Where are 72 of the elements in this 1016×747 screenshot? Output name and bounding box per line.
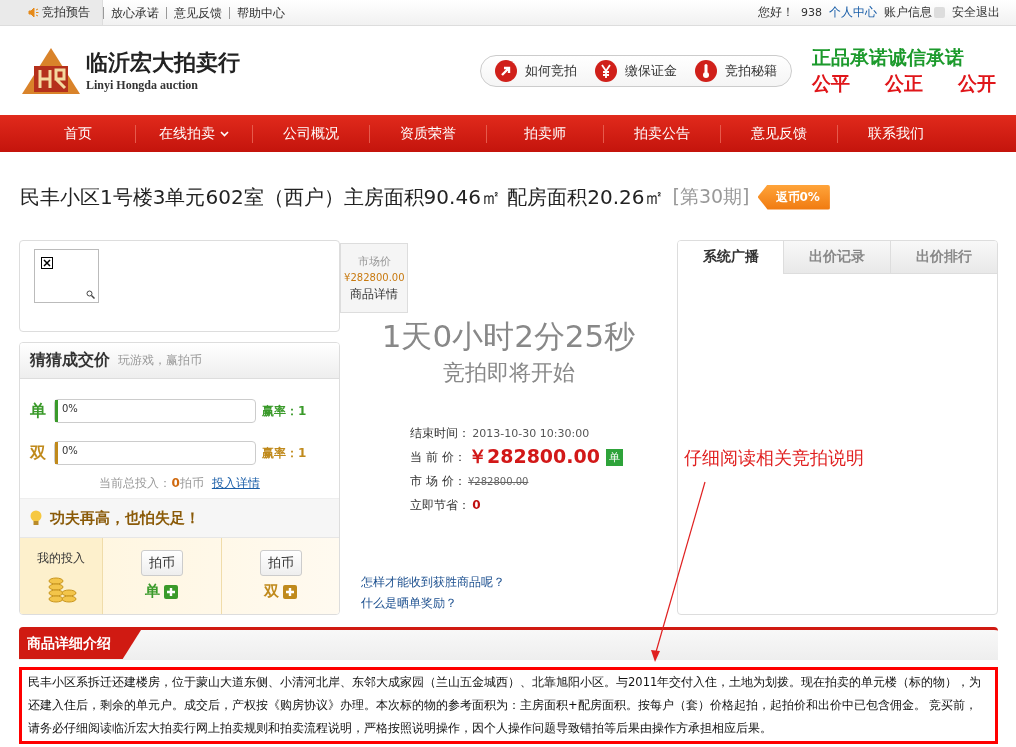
details-text: 民丰小区系拆迁还建楼房，位于蒙山大道东侧、小清河北岸、东邻大成家园（兰山五金城西）、北靠旭阳小区。与2011年交付入住，土地为划拨。现在拍卖的单元楼（标的物），为还建入住后，剩余的单元户。成交后，产权按《购房协议》办理。本次标的物的参考面积为：主房面积+配房面积。按每户（套）价格起拍，起拍价和出价中已包含佣金。 竞买前，请务必仔细阅读临沂宏大拍卖行网上拍卖规则和拍卖流程说明，严格按照说明操作，因个人操作问题导致错拍等后果由操作方承担相应后果。 bbox=[28, 674, 983, 737]
magnifier-icon bbox=[86, 290, 95, 299]
auction-status: 竞拍即将开始 bbox=[441, 359, 576, 387]
guess-title: 猜猜成交价 bbox=[30, 350, 110, 371]
rebate-badge: 返币0% bbox=[757, 184, 830, 210]
announcement-link[interactable]: 竞拍预告 bbox=[0, 0, 103, 25]
guide-link[interactable]: 竞拍秘籍 bbox=[695, 59, 777, 82]
odd-badge: 单 bbox=[605, 448, 623, 466]
logo-title: 临沂宏大拍卖行 bbox=[86, 48, 240, 77]
guide-link[interactable]: 缴保证金 bbox=[595, 59, 677, 82]
details-link[interactable]: 投入详情 bbox=[211, 475, 260, 492]
account-menu[interactable]: 账户信息 bbox=[884, 4, 945, 21]
market-price-label: 市场价 bbox=[357, 253, 391, 269]
product-title: 民丰小区1号楼3单元602室（西户）主房面积90.46㎡ 配房面积20.26㎡ bbox=[20, 183, 665, 211]
help-link[interactable]: 什么是晒单奖励？ bbox=[361, 595, 677, 612]
info-label: 结束时间： bbox=[410, 424, 471, 442]
percent-label: 0% bbox=[62, 403, 78, 414]
countdown: 1天0小时2分25秒 bbox=[380, 317, 637, 356]
user-center-link[interactable]: 个人中心 bbox=[829, 4, 877, 21]
details-heading: 商品详细介绍 bbox=[19, 630, 141, 659]
info-value: 2013-10-30 10:30:00 bbox=[472, 426, 590, 440]
plus-icon bbox=[283, 584, 297, 599]
option-label: 单 bbox=[30, 400, 47, 422]
nav-item[interactable]: 首页 bbox=[20, 124, 135, 143]
logout-link[interactable]: 安全退出 bbox=[952, 4, 1000, 21]
info-value: ¥282800.00 bbox=[468, 475, 529, 487]
slogan-word: 公开 bbox=[958, 70, 996, 96]
info-label: 立即节省： bbox=[410, 496, 471, 514]
guess-subtitle: 玩游戏，赢拍币 bbox=[118, 352, 202, 369]
product-thumbnail[interactable] bbox=[34, 249, 99, 303]
logo-subtitle: Linyi Hongda auction bbox=[86, 78, 200, 93]
broken-image-icon bbox=[41, 257, 53, 269]
percent-label: 0% bbox=[62, 445, 78, 456]
caret-icon bbox=[220, 130, 229, 137]
user-id: 938 bbox=[801, 6, 822, 19]
nav-item[interactable]: 拍卖公告 bbox=[603, 124, 720, 143]
coin-bubble: 拍币 bbox=[140, 550, 183, 576]
slogan-word: 公正 bbox=[885, 70, 923, 96]
info-value: 0 bbox=[472, 498, 481, 512]
top-link[interactable]: 意见反馈 bbox=[166, 6, 229, 19]
guide-link[interactable]: 如何竞拍 bbox=[495, 59, 577, 82]
nav-item[interactable]: 公司概况 bbox=[252, 124, 369, 143]
info-label: 当 前 价： bbox=[410, 448, 466, 466]
info-value: ￥282800.00 bbox=[468, 444, 600, 469]
nav-item[interactable]: 拍卖师 bbox=[486, 124, 603, 143]
option-label: 双 bbox=[30, 442, 47, 464]
info-label: 市 场 价： bbox=[410, 472, 466, 490]
period-label: [第30期] bbox=[672, 184, 750, 209]
slogan-word: 公平 bbox=[812, 70, 850, 96]
plus-icon bbox=[164, 584, 179, 599]
odds-label: 赢率：1 bbox=[262, 444, 307, 462]
annotation-text: 仔细阅读相关竞拍说明 bbox=[684, 446, 864, 470]
yen-icon bbox=[595, 59, 617, 82]
my-bet-label: 我的投入 bbox=[37, 550, 85, 567]
market-price: ¥282800.00 bbox=[344, 271, 405, 283]
top-link[interactable]: 放心承诺 bbox=[103, 6, 166, 19]
tip-text: 功夫再高，也怕失足！ bbox=[50, 508, 200, 528]
lightbulb-icon bbox=[30, 510, 42, 526]
greeting: 您好！ bbox=[758, 4, 794, 21]
product-details-tab[interactable]: 商品详情 bbox=[350, 285, 399, 303]
nav-item[interactable]: 联系我们 bbox=[837, 124, 954, 143]
nav-item[interactable]: 意见反馈 bbox=[720, 124, 837, 143]
nav-item[interactable]: 资质荣誉 bbox=[369, 124, 486, 143]
slogan: 正品承诺诚信承诺 bbox=[812, 44, 965, 70]
odds-label: 赢率：1 bbox=[262, 402, 307, 420]
nav-item[interactable]: 在线拍卖 bbox=[135, 124, 252, 143]
top-link[interactable]: 帮助中心 bbox=[229, 6, 292, 19]
thermometer-icon bbox=[695, 59, 717, 82]
help-link[interactable]: 怎样才能收到获胜商品呢？ bbox=[361, 574, 677, 591]
total-label: 当前总投入：0拍币 bbox=[99, 475, 204, 492]
speaker-icon bbox=[28, 7, 39, 18]
coin-bubble: 拍币 bbox=[259, 550, 302, 576]
